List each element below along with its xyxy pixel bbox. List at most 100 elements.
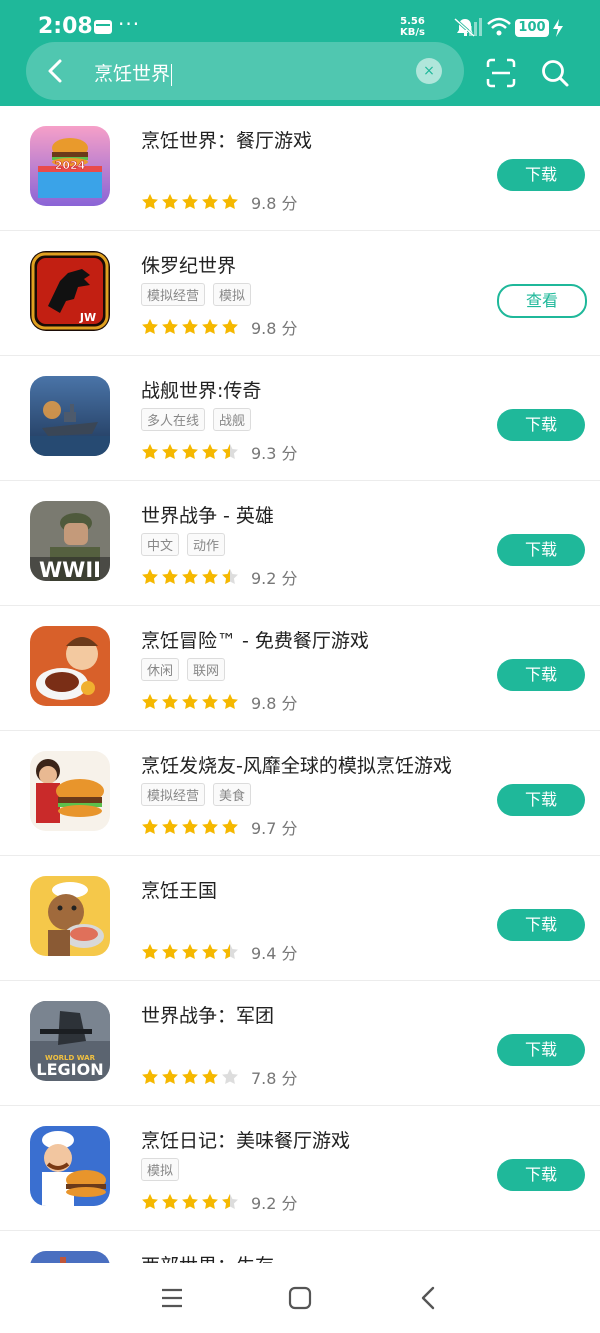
clock: 2:08 <box>38 14 93 39</box>
app-name[interactable]: 侏罗纪世界 <box>141 251 236 278</box>
star-full-icon <box>142 193 158 210</box>
star-full-icon <box>162 1068 178 1085</box>
star-half-icon <box>222 568 238 585</box>
cooking-fever-icon <box>30 751 110 831</box>
star-full-icon <box>202 943 218 960</box>
tag-list: 中文 动作 <box>141 533 233 556</box>
tag[interactable]: 动作 <box>187 533 226 556</box>
rating-score: 9.8 分 <box>251 319 298 338</box>
list-item[interactable]: 西部世界：生存 <box>0 1231 600 1263</box>
download-button[interactable]: 下载 <box>497 409 585 441</box>
star-half-icon <box>222 1193 238 1210</box>
star-full-icon <box>202 693 218 710</box>
star-full-icon <box>222 818 238 835</box>
westworld-icon <box>30 1251 110 1263</box>
app-name[interactable]: 烹饪世界：餐厅游戏 <box>141 126 312 153</box>
rating: 9.2 分 <box>141 1190 298 1214</box>
star-full-icon <box>142 568 158 585</box>
tag[interactable]: 战舰 <box>213 408 252 431</box>
menu-icon[interactable] <box>160 1287 184 1309</box>
star-full-icon <box>162 318 178 335</box>
app-name[interactable]: 世界战争：军团 <box>141 1001 274 1028</box>
tag[interactable]: 多人在线 <box>141 408 206 431</box>
star-full-icon <box>182 1068 198 1085</box>
cooking-adventure-icon <box>30 626 110 706</box>
list-item[interactable]: 烹饪发烧友-风靡全球的模拟烹饪游戏 模拟经营 美食 9.7 分 下载 <box>0 731 600 856</box>
app-name[interactable]: 战舰世界:传奇 <box>141 376 261 403</box>
star-full-icon <box>142 1193 158 1210</box>
star-full-icon <box>202 193 218 210</box>
back-arrow-icon[interactable] <box>46 58 66 84</box>
download-button[interactable]: 下载 <box>497 1034 585 1066</box>
list-item[interactable]: 2024 烹饪世界：餐厅游戏 9.8 分 下载 <box>0 106 600 231</box>
tag[interactable]: 美食 <box>213 783 252 806</box>
rating: 9.8 分 <box>141 315 298 339</box>
signal-icon <box>464 18 482 36</box>
download-button[interactable]: 下载 <box>497 784 585 816</box>
download-button[interactable]: 下载 <box>497 1159 585 1191</box>
star-full-icon <box>162 193 178 210</box>
rating: 7.8 分 <box>141 1065 298 1089</box>
star-full-icon <box>142 1068 158 1085</box>
app-name[interactable]: 烹饪日记：美味餐厅游戏 <box>141 1126 350 1153</box>
app-name[interactable]: 烹饪发烧友-风靡全球的模拟烹饪游戏 <box>141 751 452 778</box>
tag[interactable]: 中文 <box>141 533 180 556</box>
star-full-icon <box>162 693 178 710</box>
tag[interactable]: 模拟经营 <box>141 283 206 306</box>
star-full-icon <box>182 943 198 960</box>
star-full-icon <box>142 943 158 960</box>
search-icon[interactable] <box>540 58 570 88</box>
tag[interactable]: 模拟 <box>213 283 252 306</box>
rating-score: 9.2 分 <box>251 1194 298 1213</box>
tag[interactable]: 模拟经营 <box>141 783 206 806</box>
top-bar: 2:08 ··· 5.56 KB/s 100 烹饪世界 × <box>0 0 600 106</box>
rating: 9.3 分 <box>141 440 298 464</box>
home-icon[interactable] <box>288 1286 312 1310</box>
star-full-icon <box>222 693 238 710</box>
clear-search-icon[interactable]: × <box>416 58 442 84</box>
star-full-icon <box>202 568 218 585</box>
wifi-icon <box>487 17 511 36</box>
app-name[interactable]: 西部世界：生存 <box>141 1251 274 1263</box>
scan-icon[interactable] <box>486 58 516 88</box>
back-nav-icon[interactable] <box>418 1285 438 1311</box>
tag[interactable]: 模拟 <box>141 1158 180 1181</box>
star-full-icon <box>202 1193 218 1210</box>
search-query-text: 烹饪世界 <box>94 63 171 85</box>
app-name[interactable]: 烹饪王国 <box>141 876 217 903</box>
download-button[interactable]: 下载 <box>497 159 585 191</box>
system-navigation-bar <box>0 1263 600 1333</box>
list-item[interactable]: 烹饪冒险™ - 免费餐厅游戏 休闲 联网 9.8 分 下载 <box>0 606 600 731</box>
star-full-icon <box>222 193 238 210</box>
star-full-icon <box>222 318 238 335</box>
tag[interactable]: 休闲 <box>141 658 180 681</box>
list-item[interactable]: 烹饪日记：美味餐厅游戏 模拟 9.2 分 下载 <box>0 1106 600 1231</box>
rating: 9.4 分 <box>141 940 298 964</box>
list-item[interactable]: 战舰世界:传奇 多人在线 战舰 9.3 分 下载 <box>0 356 600 481</box>
list-item[interactable]: WWII 世界战争 - 英雄 中文 动作 9.2 分 下载 <box>0 481 600 606</box>
star-full-icon <box>162 568 178 585</box>
star-empty-icon <box>222 1068 238 1085</box>
icon-legion-text: LEGION <box>36 1060 103 1079</box>
app-result-list: 2024 烹饪世界：餐厅游戏 9.8 分 下载 JW 侏罗纪世界 模拟经营 模拟… <box>0 106 600 1263</box>
list-item[interactable]: JW 侏罗纪世界 模拟经营 模拟 9.8 分 查看 <box>0 231 600 356</box>
download-button[interactable]: 下载 <box>497 909 585 941</box>
star-full-icon <box>202 818 218 835</box>
star-half-icon <box>222 943 238 960</box>
star-full-icon <box>182 693 198 710</box>
download-button[interactable]: 下载 <box>497 534 585 566</box>
app-name[interactable]: 世界战争 - 英雄 <box>141 501 274 528</box>
download-button[interactable]: 下载 <box>497 659 585 691</box>
search-box[interactable]: 烹饪世界 × <box>26 42 464 100</box>
star-full-icon <box>142 693 158 710</box>
tag-list: 休闲 联网 <box>141 658 233 681</box>
app-name[interactable]: 烹饪冒险™ - 免费餐厅游戏 <box>141 626 369 653</box>
list-item[interactable]: 烹饪王国 9.4 分 下载 <box>0 856 600 981</box>
view-button[interactable]: 查看 <box>497 284 587 318</box>
star-full-icon <box>202 443 218 460</box>
tag[interactable]: 联网 <box>187 658 226 681</box>
warships-icon <box>30 376 110 456</box>
list-item[interactable]: WORLD WAR LEGION 世界战争：军团 7.8 分 下载 <box>0 981 600 1106</box>
star-full-icon <box>182 443 198 460</box>
search-input[interactable]: 烹饪世界 <box>94 59 173 86</box>
